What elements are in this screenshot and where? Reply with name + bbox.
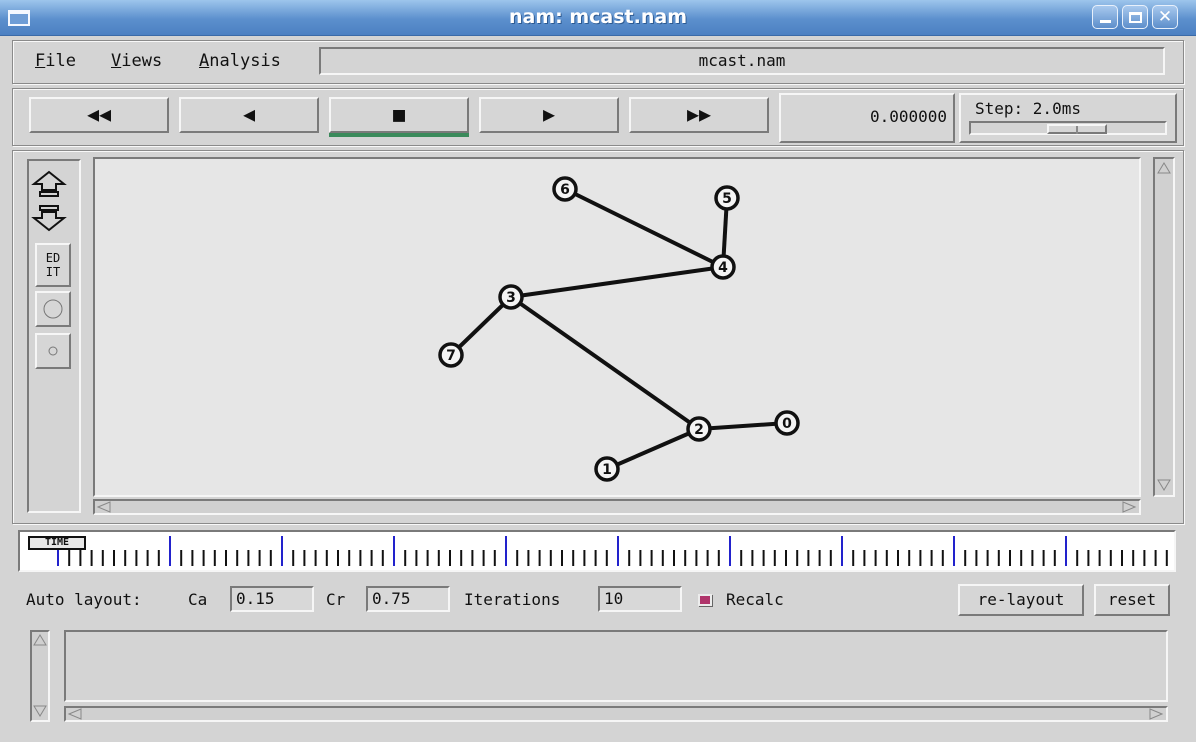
link-3-2[interactable] bbox=[509, 295, 701, 431]
node-4[interactable]: 4 bbox=[710, 254, 736, 280]
canvas-horizontal-scrollbar[interactable] bbox=[93, 499, 1141, 515]
bottom-horizontal-scrollbar[interactable] bbox=[64, 706, 1168, 722]
topology-graph: 0 1 2 3 4 5 6 7 bbox=[438, 176, 800, 482]
node-label-2: 2 bbox=[694, 422, 704, 438]
title-bar: nam: mcast.nam ✕ bbox=[0, 0, 1196, 36]
reset-button[interactable]: reset bbox=[1094, 584, 1170, 616]
node-label-0: 0 bbox=[782, 416, 792, 432]
edit-label-bottom: IT bbox=[45, 265, 61, 279]
node-label-7: 7 bbox=[446, 348, 456, 364]
recalc-checkbox[interactable] bbox=[698, 594, 712, 606]
canvas-vertical-scrollbar[interactable] bbox=[1153, 157, 1175, 497]
auto-layout-label: Auto layout: bbox=[26, 590, 142, 609]
node-2[interactable]: 2 bbox=[686, 416, 712, 442]
node-6[interactable]: 6 bbox=[552, 176, 578, 202]
auto-layout-panel: Auto layout: Ca 0.15 Cr 0.75 Iterations … bbox=[0, 582, 1196, 618]
tool-strip: ED IT bbox=[27, 159, 81, 513]
maximize-button[interactable] bbox=[1122, 5, 1148, 29]
link-4-3[interactable] bbox=[510, 265, 724, 299]
large-circle-icon bbox=[43, 299, 63, 319]
timeline-thumb[interactable]: TIME bbox=[28, 536, 86, 550]
iterations-label: Iterations bbox=[464, 590, 561, 609]
recalc-label: Recalc bbox=[726, 590, 784, 609]
scroll-right-icon[interactable] bbox=[1121, 501, 1137, 513]
cr-label: Cr bbox=[326, 590, 346, 609]
iterations-input[interactable]: 10 bbox=[598, 586, 682, 612]
re-layout-button[interactable]: re-layout bbox=[958, 584, 1084, 616]
edit-label-top: ED bbox=[45, 251, 61, 265]
zoom-in-button[interactable] bbox=[31, 169, 67, 199]
cr-input[interactable]: 0.75 bbox=[366, 586, 450, 612]
bottom-scroll-down-icon[interactable] bbox=[32, 704, 48, 718]
node-label-3: 3 bbox=[506, 290, 516, 306]
minimize-icon bbox=[1100, 20, 1111, 23]
link-2-0[interactable] bbox=[698, 421, 788, 431]
maximize-icon bbox=[1129, 12, 1142, 23]
edit-button[interactable]: ED IT bbox=[35, 243, 71, 287]
timeline-slider[interactable]: TIME bbox=[18, 530, 1176, 572]
zoom-out-button[interactable] bbox=[31, 203, 67, 233]
bottom-scroll-up-icon[interactable] bbox=[32, 633, 48, 647]
scroll-left-icon[interactable] bbox=[96, 501, 112, 513]
bottom-scroll-right-icon[interactable] bbox=[1148, 708, 1164, 720]
large-circle-button[interactable] bbox=[35, 291, 71, 327]
play-button[interactable]: ▶ bbox=[479, 97, 619, 133]
main-view: ED IT 0 1 2 3 4 5 6 7 bbox=[12, 150, 1184, 524]
node-0[interactable]: 0 bbox=[774, 410, 800, 436]
menu-analysis[interactable]: Analysis bbox=[199, 51, 281, 71]
node-label-1: 1 bbox=[602, 462, 612, 478]
scroll-up-icon[interactable] bbox=[1156, 160, 1172, 176]
window-title: nam: mcast.nam bbox=[509, 6, 687, 28]
rewind-button[interactable]: ◀◀ bbox=[29, 97, 169, 133]
menu-file[interactable]: File bbox=[35, 51, 76, 71]
link-2-1[interactable] bbox=[606, 427, 700, 471]
annotation-pane[interactable] bbox=[64, 630, 1168, 702]
step-slider-thumb[interactable] bbox=[1047, 124, 1107, 134]
step-control: Step: 2.0ms bbox=[959, 93, 1177, 143]
timeline-ticks bbox=[57, 536, 1168, 566]
menu-views[interactable]: Views bbox=[111, 51, 162, 71]
playback-controls: ◀◀ ◀ ■ ▶ ▶▶ 0.000000 Step: 2.0ms bbox=[12, 88, 1184, 146]
step-back-button[interactable]: ◀ bbox=[179, 97, 319, 133]
step-label: Step: 2.0ms bbox=[975, 99, 1081, 118]
node-label-6: 6 bbox=[560, 182, 570, 198]
bottom-vertical-scrollbar[interactable] bbox=[30, 630, 50, 722]
filename-display: mcast.nam bbox=[319, 47, 1165, 75]
node-1[interactable]: 1 bbox=[594, 456, 620, 482]
minimize-button[interactable] bbox=[1092, 5, 1118, 29]
small-circle-icon bbox=[48, 346, 58, 356]
node-7[interactable]: 7 bbox=[438, 342, 464, 368]
menu-bar: File Views Analysis mcast.nam bbox=[12, 40, 1184, 84]
link-6-4[interactable] bbox=[564, 187, 724, 269]
node-5[interactable]: 5 bbox=[714, 185, 740, 211]
zoom-in-icon bbox=[31, 170, 67, 197]
bottom-scroll-left-icon[interactable] bbox=[67, 708, 83, 720]
network-canvas[interactable]: 0 1 2 3 4 5 6 7 bbox=[93, 157, 1141, 497]
close-icon: ✕ bbox=[1157, 7, 1173, 27]
ca-input[interactable]: 0.15 bbox=[230, 586, 314, 612]
small-circle-button[interactable] bbox=[35, 333, 71, 369]
fast-forward-button[interactable]: ▶▶ bbox=[629, 97, 769, 133]
ca-label: Ca bbox=[188, 590, 208, 609]
node-3[interactable]: 3 bbox=[498, 284, 524, 310]
time-display: 0.000000 bbox=[779, 93, 955, 143]
node-label-5: 5 bbox=[722, 191, 732, 207]
scroll-down-icon[interactable] bbox=[1156, 477, 1172, 493]
stop-button[interactable]: ■ bbox=[329, 97, 469, 137]
node-label-4: 4 bbox=[718, 260, 728, 276]
step-slider[interactable] bbox=[969, 121, 1167, 135]
zoom-out-icon bbox=[31, 205, 67, 232]
close-button[interactable]: ✕ bbox=[1152, 5, 1178, 29]
